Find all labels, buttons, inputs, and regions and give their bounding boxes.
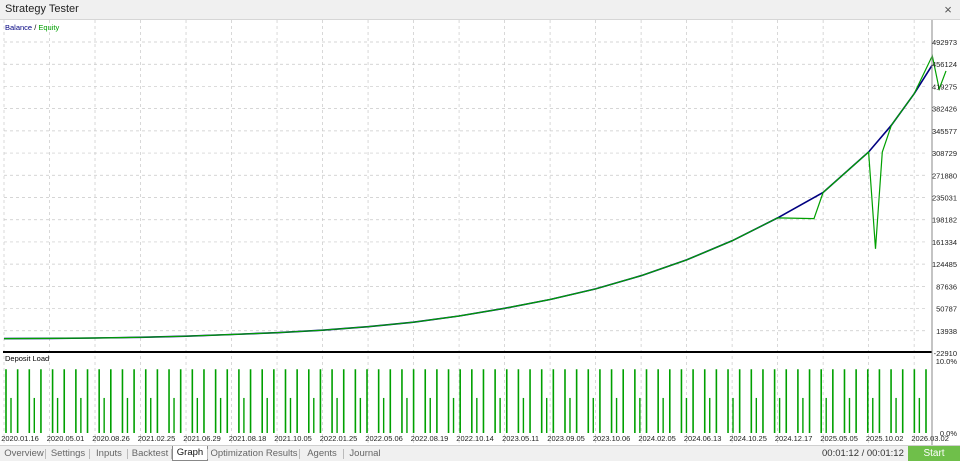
x-tick-label: 2024.12.17 [775, 434, 813, 443]
tab-overview[interactable]: Overview [2, 447, 46, 461]
x-tick-label: 2021.06.29 [183, 434, 221, 443]
x-tick-label: 2021.10.05 [274, 434, 312, 443]
x-tick-label: 2023.05.11 [502, 434, 539, 443]
x-tick-label: 2024.10.25 [729, 434, 767, 443]
close-icon[interactable]: × [936, 0, 960, 20]
x-tick-label: 2025.05.05 [820, 434, 858, 443]
y-tick-label: 50787 [936, 305, 957, 314]
x-tick-label: 2021.02.25 [138, 434, 176, 443]
y-tick-label: 124485 [932, 260, 957, 269]
x-tick-label: 2024.02.05 [638, 434, 676, 443]
x-tick-label: 2020.08.26 [92, 434, 130, 443]
x-tick-label: 2023.10.06 [593, 434, 631, 443]
y-tick-label: 456124 [932, 60, 957, 69]
x-tick-label: 2021.08.18 [229, 434, 267, 443]
tab-backtest[interactable]: Backtest [128, 447, 172, 461]
window-title: Strategy Tester [5, 3, 79, 15]
x-tick-label: 2023.09.05 [547, 434, 585, 443]
strategy-tester-graph: -229101393850787876361244851613341981822… [0, 20, 960, 445]
y-tick-label: 13938 [936, 327, 957, 336]
y-tick-label: 87636 [936, 282, 957, 291]
x-tick-label: 2025.10.02 [866, 434, 904, 443]
tab-inputs[interactable]: Inputs [90, 447, 128, 461]
elapsed-timer: 00:01:12 / 00:01:12 [822, 448, 904, 459]
deposit-load-title: Deposit Load [5, 354, 49, 363]
y-tick-label: 419275 [932, 82, 957, 91]
x-tick-label: 2020.05.01 [47, 434, 85, 443]
x-tick-label: 2022.05.06 [365, 434, 403, 443]
tab-settings[interactable]: Settings [46, 447, 90, 461]
y-tick-label: 308729 [932, 149, 957, 158]
load-y-tick-label: 10.0% [936, 357, 958, 366]
y-tick-label: 271880 [932, 171, 957, 180]
load-y-tick-label: 0.0% [940, 429, 957, 438]
x-tick-label: 2020.01.16 [1, 434, 39, 443]
legend: Balance / Equity [5, 23, 59, 32]
y-tick-label: 492973 [932, 38, 957, 47]
y-tick-label: 382426 [932, 105, 957, 114]
plot-background [0, 20, 960, 445]
y-tick-label: 345577 [932, 127, 957, 136]
x-tick-label: 2022.08.19 [411, 434, 449, 443]
tab-optimization-results[interactable]: Optimization Results [208, 447, 300, 461]
legend-equity: Equity [38, 23, 59, 32]
x-tick-label: 2022.10.14 [456, 434, 494, 443]
legend-balance: Balance [5, 23, 32, 32]
x-tick-label: 2022.01.25 [320, 434, 358, 443]
y-tick-label: 235031 [932, 194, 957, 203]
tab-agents[interactable]: Agents [300, 447, 344, 461]
tab-journal[interactable]: Journal [344, 447, 386, 461]
start-button[interactable]: Start [908, 446, 960, 461]
y-tick-label: 161334 [932, 238, 957, 247]
tab-graph[interactable]: Graph [172, 446, 208, 461]
x-tick-label: 2024.06.13 [684, 434, 722, 443]
y-tick-label: 198182 [932, 216, 957, 225]
title-bar: Strategy Tester × [0, 0, 960, 20]
tab-bar: 00:01:12 / 00:01:12 Start Overview Settin… [0, 445, 960, 461]
